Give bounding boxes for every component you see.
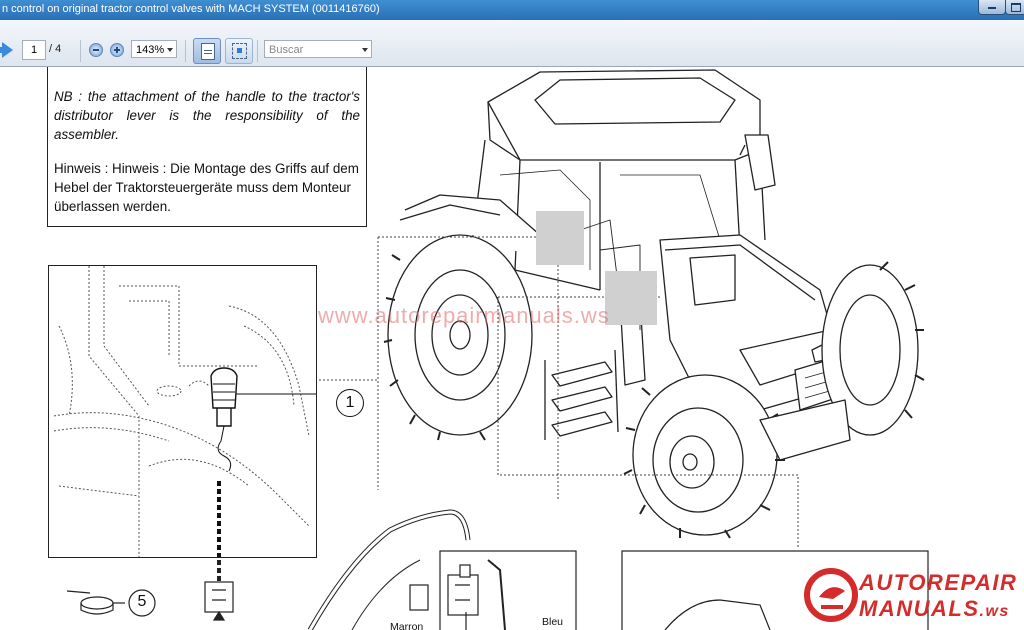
minimize-button[interactable] xyxy=(978,0,1006,15)
detail-view-box xyxy=(48,265,317,558)
logo-emblem-icon xyxy=(804,568,858,622)
maximize-icon xyxy=(1011,3,1021,12)
document-page[interactable]: NB : the attachment of the handle to the… xyxy=(0,67,1024,630)
note-english: NB : the attachment of the handle to the… xyxy=(54,89,360,142)
lever-detail-illustration xyxy=(53,266,316,557)
minimize-icon xyxy=(988,7,996,9)
zoom-out-icon[interactable] xyxy=(89,43,103,57)
logo-line-2-main: MANUALS xyxy=(859,596,980,621)
chevron-down-icon xyxy=(362,48,368,52)
single-page-view-icon xyxy=(201,43,215,60)
maximize-button[interactable] xyxy=(1005,0,1024,15)
zoom-in-icon[interactable] xyxy=(110,43,124,57)
fit-page-button[interactable] xyxy=(225,38,253,64)
redacted-block xyxy=(605,271,657,325)
note-box: NB : the attachment of the handle to the… xyxy=(47,67,367,227)
logo-line-1: AUTOREPAIR xyxy=(859,570,1018,595)
logo-line-2: MANUALS.ws xyxy=(859,596,1010,622)
page-number-input[interactable]: 1 xyxy=(22,40,46,60)
fit-page-icon xyxy=(232,43,247,59)
title-bar: n control on original tractor control va… xyxy=(0,0,1024,20)
callout-5: 5 xyxy=(129,589,155,615)
page-total: / 4 xyxy=(49,43,62,55)
logo-suffix: .ws xyxy=(979,603,1010,620)
callout-1: 1 xyxy=(336,389,364,417)
search-input[interactable]: Buscar xyxy=(264,40,372,58)
zoom-value: 143% xyxy=(136,44,165,56)
arrow-right-icon[interactable] xyxy=(0,42,13,58)
toolbar-separator xyxy=(257,40,258,62)
redacted-block xyxy=(536,211,584,265)
label-bleu: Bleu xyxy=(542,616,564,628)
zoom-select[interactable]: 143% xyxy=(131,40,177,58)
note-german: Hinweis : Hinweis : Die Montage des Grif… xyxy=(54,161,359,214)
search-placeholder: Buscar xyxy=(269,44,304,56)
watermark-text: www.autorepairmanuals.ws xyxy=(318,303,610,328)
chevron-down-icon xyxy=(167,48,173,52)
label-marron: Marron xyxy=(390,621,424,630)
single-page-view-button[interactable] xyxy=(193,38,221,64)
toolbar-separator xyxy=(185,40,186,62)
callout-1-label: 1 xyxy=(345,394,355,411)
toolbar-separator xyxy=(80,40,81,62)
window-title: n control on original tractor control va… xyxy=(2,3,380,15)
callout-5-label: 5 xyxy=(137,593,147,610)
autorepair-logo: AUTOREPAIR MANUALS.ws xyxy=(803,564,1024,630)
